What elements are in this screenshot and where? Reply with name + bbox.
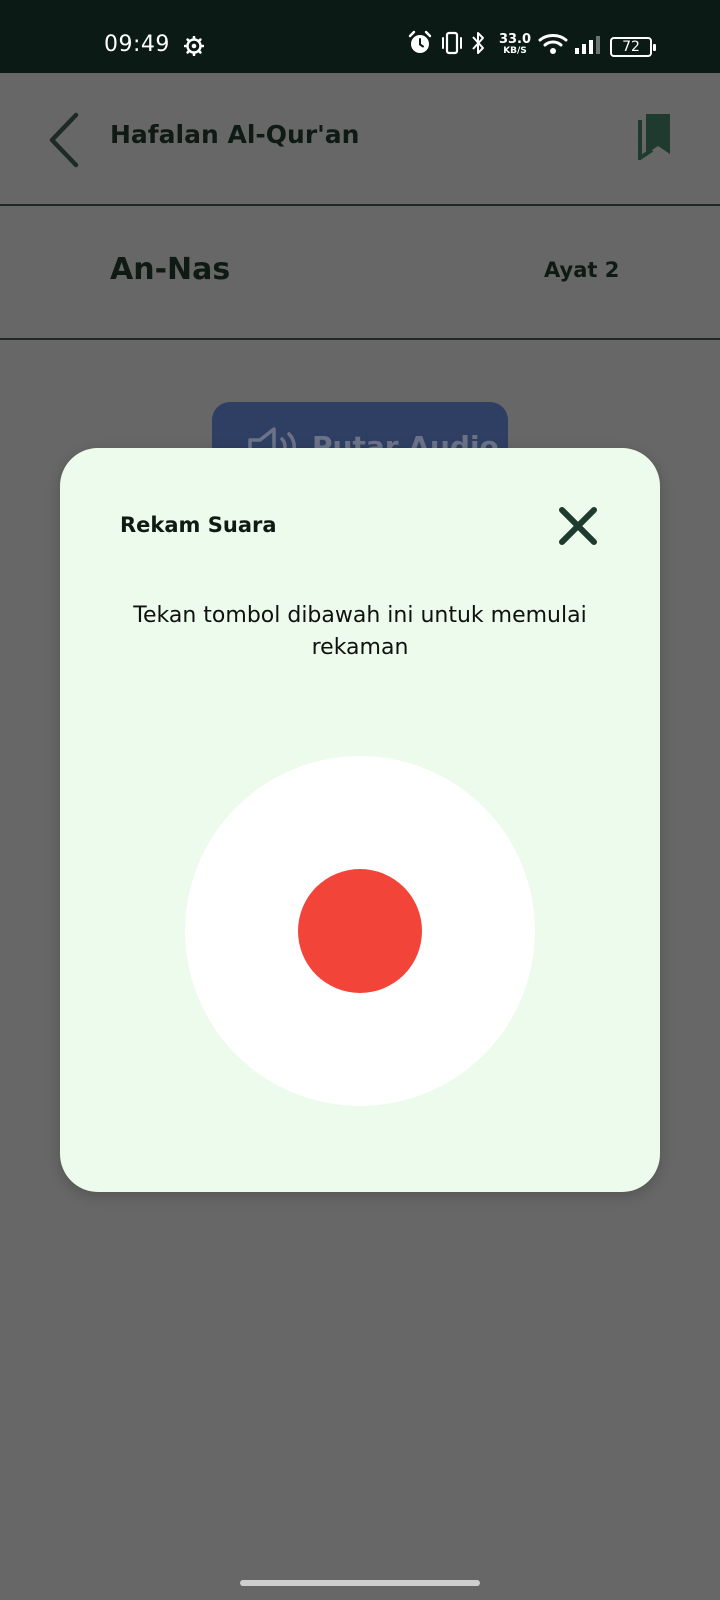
battery-level: 72 [622,39,640,55]
status-time: 09:49 [104,32,170,57]
surah-divider [0,338,720,340]
ayat-label: Ayat 2 [544,258,620,282]
bluetooth-icon [470,30,486,60]
gesture-nav-handle[interactable] [240,1580,480,1586]
bookmark-icon [638,114,670,162]
close-icon [559,507,597,545]
header-divider [0,204,720,206]
bookmark-button[interactable] [636,114,672,162]
status-bar: 09:49 33.0 KB/S 72 [0,0,720,73]
app-bar: Hafalan Al-Qur'an [0,73,720,205]
wifi-icon [538,32,568,60]
back-arrow-icon [49,112,79,168]
record-dialog: Rekam Suara Tekan tombol dibawah ini unt… [60,448,660,1192]
page-title: Hafalan Al-Qur'an [110,120,360,149]
network-speed-value: 33.0 [498,32,532,47]
back-button[interactable] [42,111,86,169]
settings-icon [183,35,205,60]
record-button[interactable] [185,756,535,1106]
alarm-icon [408,30,432,60]
surah-name: An-Nas [110,252,231,287]
vibrate-icon [441,30,463,60]
dialog-title: Rekam Suara [120,513,277,537]
record-dot-icon [298,869,422,993]
network-speed: 33.0 KB/S [496,32,534,56]
battery-icon: 72 [610,37,656,57]
status-icons: 33.0 KB/S 72 [408,30,662,62]
signal-icon [574,34,602,60]
dialog-instruction: Tekan tombol dibawah ini untuk memulai r… [133,603,587,660]
close-button[interactable] [556,504,600,548]
network-speed-unit: KB/S [503,46,527,56]
